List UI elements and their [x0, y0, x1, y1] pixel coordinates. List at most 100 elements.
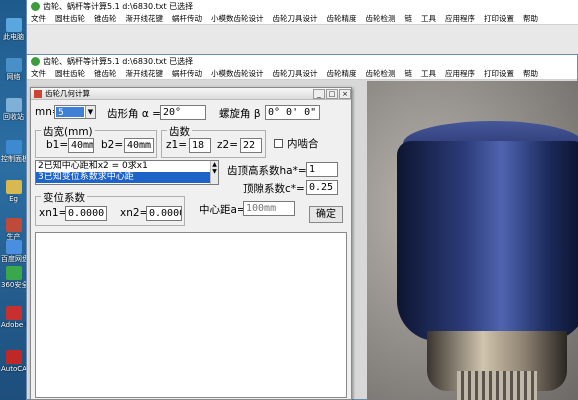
center-distance-input[interactable]: [243, 201, 295, 216]
menu-bevel-gear[interactable]: 锥齿轮: [94, 13, 117, 24]
desktop-icon-control[interactable]: 控制面板: [1, 140, 26, 163]
z2-label: z2=: [217, 139, 238, 151]
pressure-angle-label: 齿形角 α =: [107, 108, 161, 120]
menu-help[interactable]: 帮助: [523, 68, 538, 79]
b2-label: b2=: [101, 139, 124, 151]
close-button[interactable]: ×: [339, 88, 351, 99]
b2-input[interactable]: 40mm: [124, 138, 154, 153]
desktop-icon-recycle[interactable]: 回收站: [1, 98, 26, 121]
recycle-bin-icon: [5, 98, 22, 112]
z1-input[interactable]: 18: [189, 138, 211, 153]
desktop-icon-network[interactable]: 网络: [1, 58, 26, 81]
desktop-icon-autocad[interactable]: AutoCAD: [1, 350, 26, 373]
desktop-icon-production[interactable]: 生产: [1, 218, 26, 241]
result-output-area[interactable]: [35, 232, 347, 398]
computer-icon: [5, 18, 22, 32]
list-scrollbar[interactable]: ▲ ▼: [210, 161, 218, 184]
internal-gear-checkbox[interactable]: [274, 139, 283, 148]
back-window-titlebar[interactable]: 齿轮、蜗杆等计算5.1 d:\6830.txt 已选择: [27, 0, 578, 13]
teeth-group-title: 齿数: [167, 124, 192, 139]
helix-angle-input[interactable]: 0° 0' 0": [265, 105, 320, 120]
z1-label: z1=: [166, 139, 187, 151]
profile-shift-group-title: 变位系数: [41, 190, 87, 205]
xn2-input[interactable]: 0.0000: [146, 206, 182, 221]
menu-spur-gear[interactable]: 圆柱齿轮: [55, 13, 85, 24]
internal-gear-label: 内啮合: [287, 138, 319, 150]
menu-print[interactable]: 打印设置: [484, 13, 514, 24]
menu-small-module[interactable]: 小模数齿轮设计: [211, 13, 264, 24]
calc-mode-list[interactable]: 2已知中心距和x2 = 0求x1 3已知变位系数求中心距 ▲ ▼: [35, 160, 219, 185]
clearance-coef-label: 顶隙系数c*=: [243, 183, 305, 195]
module-select[interactable]: 5 ▼: [54, 105, 96, 119]
calc-mode-option-selected[interactable]: 3已知变位系数求中心距: [36, 172, 218, 183]
desktop-icon-adobe[interactable]: Adobe Reader: [1, 306, 26, 329]
b1-input[interactable]: 40mm: [68, 138, 94, 153]
motor-render-image: [367, 81, 578, 400]
menu-tools[interactable]: 工具: [421, 68, 436, 79]
menu-gear-accuracy[interactable]: 齿轮精度: [327, 68, 357, 79]
menu-gear-tool[interactable]: 齿轮刀具设计: [273, 68, 318, 79]
menu-spline[interactable]: 渐开线花键: [126, 68, 164, 79]
menu-small-module[interactable]: 小模数齿轮设计: [211, 68, 264, 79]
menu-print[interactable]: 打印设置: [484, 68, 514, 79]
back-window-title: 齿轮、蜗杆等计算5.1 d:\6830.txt 已选择: [43, 2, 194, 11]
menu-bevel-gear[interactable]: 锥齿轮: [94, 68, 117, 79]
desktop-icon-360[interactable]: 360安全: [1, 266, 26, 289]
dialog-icon: [34, 89, 42, 98]
main-window-title: 齿轮、蜗杆等计算5.1 d:\6830.txt 已选择: [43, 57, 194, 66]
motor-gear: [457, 371, 537, 400]
motor-body: [397, 141, 578, 341]
addendum-coef-input[interactable]: 1: [306, 162, 338, 177]
desktop-icon-computer[interactable]: 此电脑: [1, 18, 26, 41]
app-icon: [5, 218, 22, 232]
app-icon: [31, 57, 40, 66]
calc-mode-option[interactable]: 2已知中心距和x2 = 0求x1: [36, 161, 218, 172]
menu-gear-inspect[interactable]: 齿轮检测: [366, 13, 396, 24]
autocad-icon: [5, 350, 22, 364]
chevron-down-icon[interactable]: ▼: [85, 106, 95, 118]
gear-calc-dialog: 齿轮几何计算 _ □ × mn= 5 ▼ 齿形角 α = 20° 螺旋角 β =…: [30, 87, 352, 400]
teeth-group: 齿数 z1= 18 z2= 22: [161, 124, 266, 158]
menu-spur-gear[interactable]: 圆柱齿轮: [55, 68, 85, 79]
menu-chain[interactable]: 链: [405, 68, 413, 79]
module-selected-value: 5: [56, 107, 84, 118]
pdf-icon: [5, 306, 22, 320]
back-window-menubar: 文件 圆柱齿轮 锥齿轮 渐开线花键 蜗杆传动 小模数齿轮设计 齿轮刀具设计 齿轮…: [27, 13, 578, 25]
menu-chain[interactable]: 链: [405, 13, 413, 24]
dialog-title: 齿轮几何计算: [45, 89, 90, 98]
addendum-coef-label: 齿顶高系数ha*=: [227, 165, 307, 177]
control-panel-icon: [5, 140, 22, 154]
menu-gear-tool[interactable]: 齿轮刀具设计: [273, 13, 318, 24]
pressure-angle-input[interactable]: 20°: [160, 105, 206, 120]
minimize-button[interactable]: _: [313, 88, 325, 99]
center-distance-label: 中心距a=: [199, 204, 246, 216]
desktop-icon-eg[interactable]: Eg: [1, 180, 26, 203]
clearance-coef-input[interactable]: 0.25: [306, 180, 338, 195]
dialog-titlebar[interactable]: 齿轮几何计算 _ □ ×: [31, 88, 351, 100]
menu-gear-accuracy[interactable]: 齿轮精度: [327, 13, 357, 24]
xn1-input[interactable]: 0.0000: [65, 206, 107, 221]
menu-tools[interactable]: 工具: [421, 13, 436, 24]
menu-apps[interactable]: 应用程序: [445, 68, 475, 79]
desktop-icon-baidu[interactable]: 百度网盘: [1, 240, 26, 263]
menu-file[interactable]: 文件: [31, 13, 46, 24]
menu-worm[interactable]: 蜗杆传动: [172, 13, 202, 24]
menu-gear-inspect[interactable]: 齿轮检测: [366, 68, 396, 79]
app-icon: [31, 2, 40, 11]
z2-input[interactable]: 22: [240, 138, 262, 153]
xn2-label: xn2=: [120, 207, 149, 219]
profile-shift-group: 变位系数 xn1= 0.0000 xn2= 0.0000: [35, 190, 185, 226]
menu-help[interactable]: 帮助: [523, 13, 538, 24]
ok-button[interactable]: 确定: [309, 206, 343, 223]
face-width-group-title: 齿宽(mm): [41, 124, 95, 139]
menu-spline[interactable]: 渐开线花键: [126, 13, 164, 24]
menu-worm[interactable]: 蜗杆传动: [172, 68, 202, 79]
menu-apps[interactable]: 应用程序: [445, 13, 475, 24]
main-window-titlebar[interactable]: 齿轮、蜗杆等计算5.1 d:\6830.txt 已选择: [27, 55, 577, 68]
folder-icon: [5, 180, 22, 194]
menu-file[interactable]: 文件: [31, 68, 46, 79]
face-width-group: 齿宽(mm) b1= 40mm b2= 40mm: [35, 124, 157, 158]
shield-icon: [5, 266, 22, 280]
xn1-label: xn1=: [39, 207, 68, 219]
maximize-button[interactable]: □: [326, 88, 338, 99]
